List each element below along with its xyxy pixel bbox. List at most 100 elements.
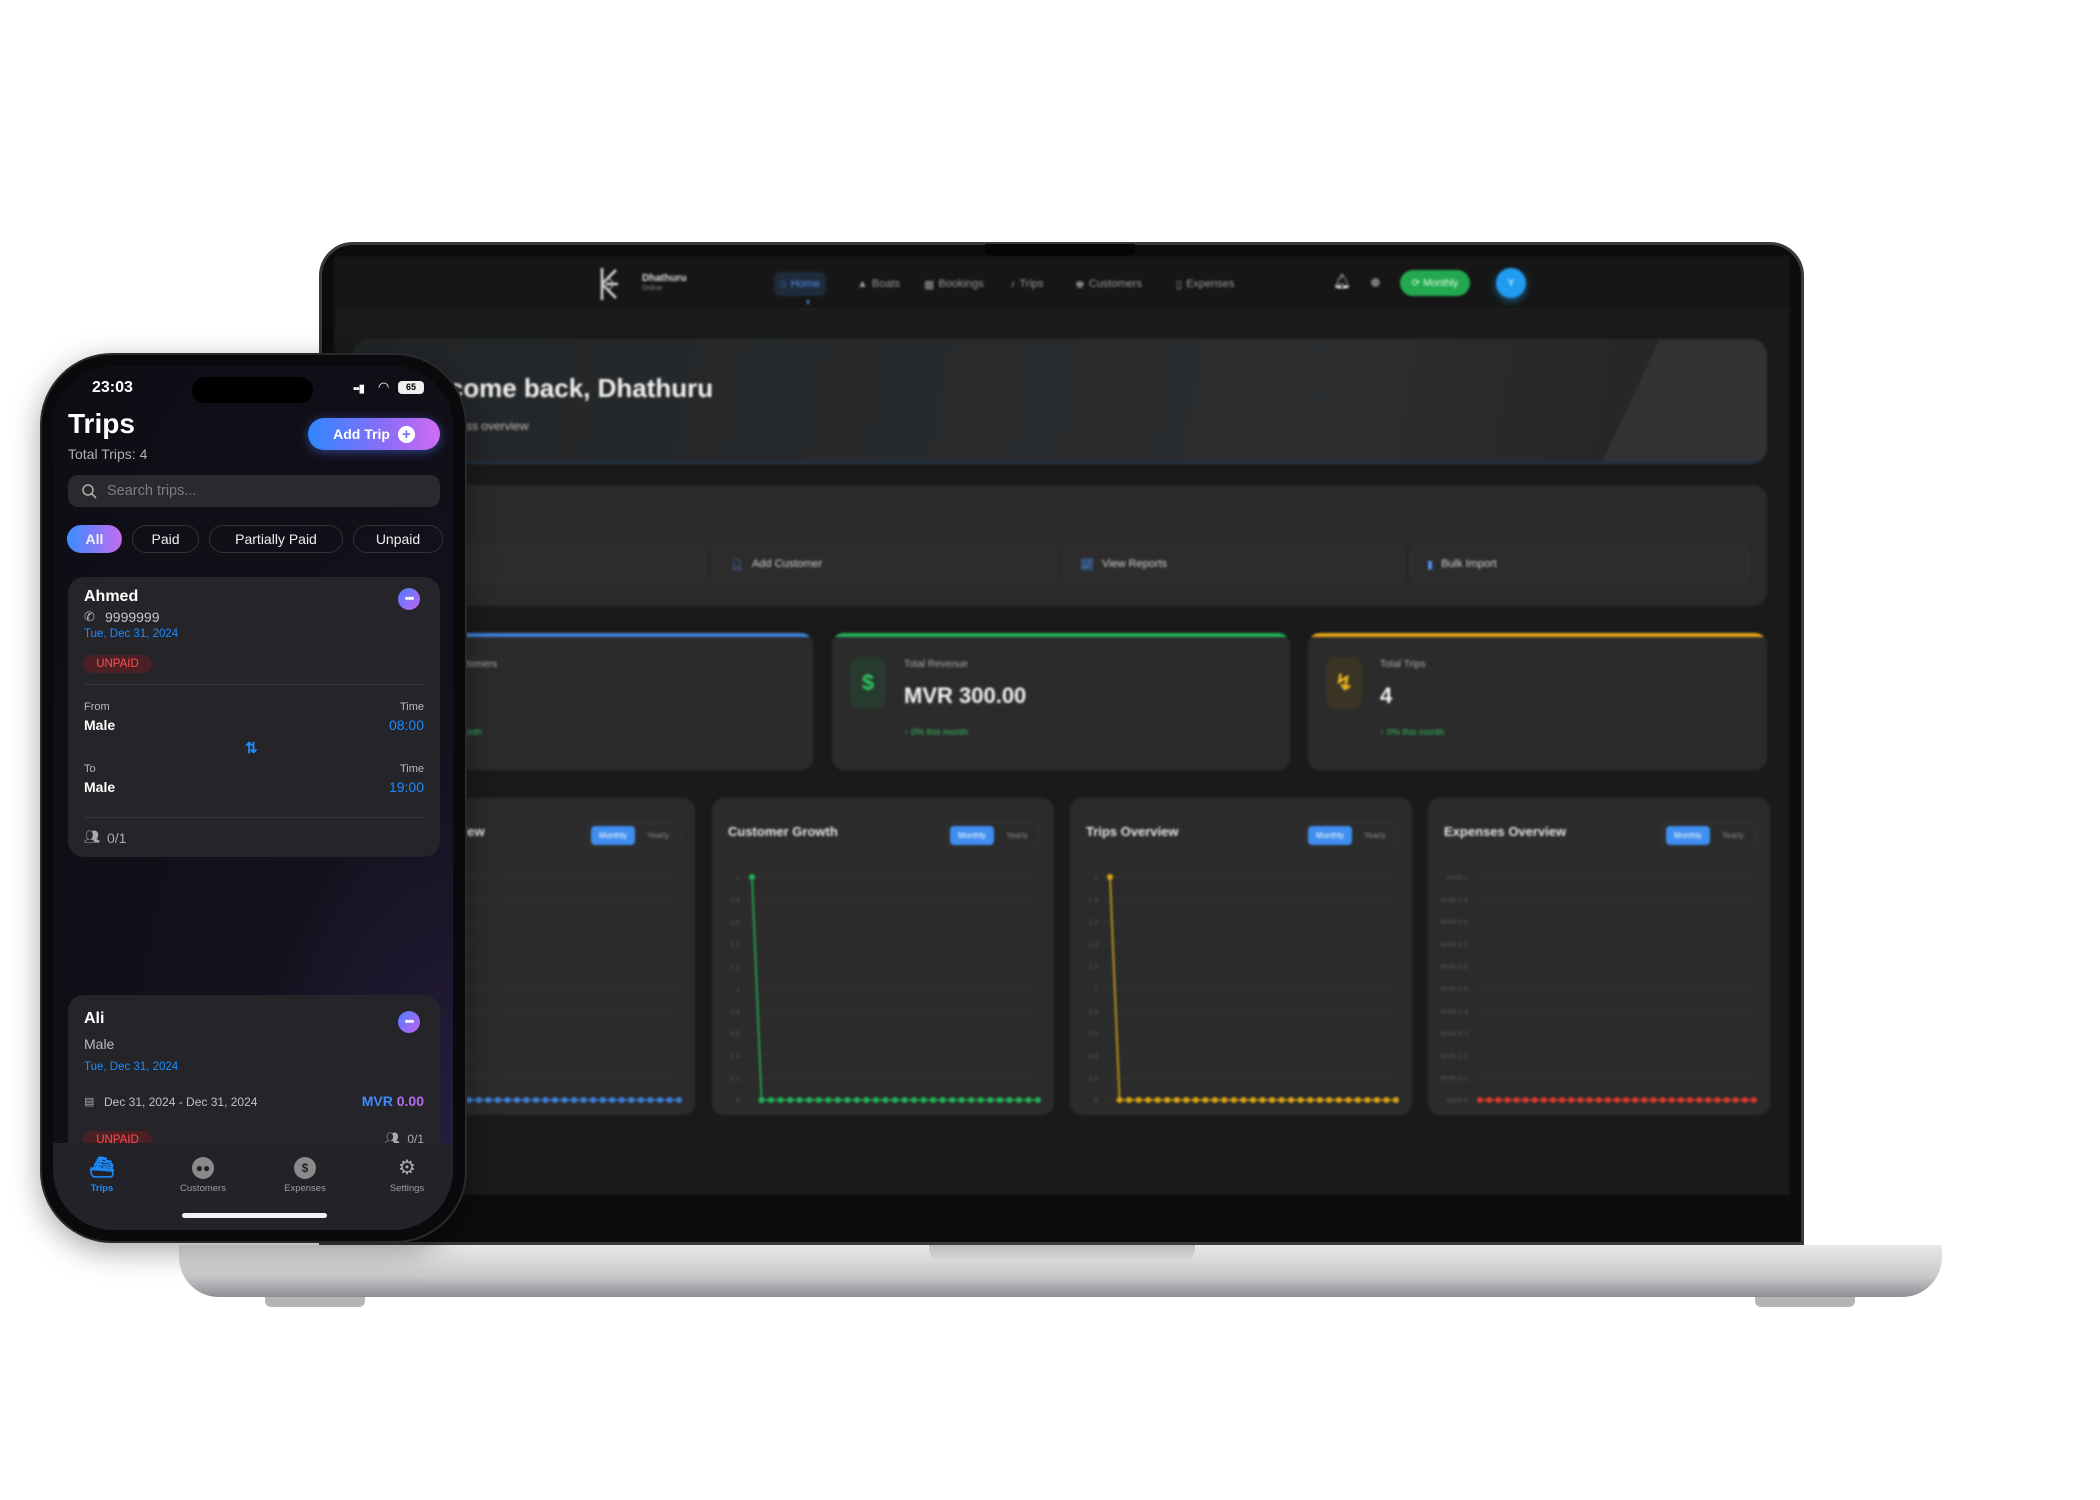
data-point[interactable] [1240, 1097, 1247, 1103]
data-point[interactable] [844, 1097, 851, 1103]
data-point[interactable] [1126, 1097, 1133, 1103]
data-point[interactable] [1677, 1097, 1684, 1103]
data-point[interactable] [987, 1097, 994, 1103]
data-point[interactable] [1107, 874, 1113, 880]
data-point[interactable] [618, 1097, 625, 1103]
data-point[interactable] [1732, 1097, 1739, 1103]
data-point[interactable] [533, 1097, 539, 1103]
more-options-button[interactable]: ••• [398, 588, 420, 610]
tab-expenses[interactable]: $ Expenses [265, 1157, 345, 1194]
tab-customers[interactable]: ●● Customers [163, 1157, 243, 1194]
data-point[interactable] [1577, 1097, 1584, 1103]
data-point[interactable] [561, 1097, 568, 1103]
data-point[interactable] [1632, 1097, 1639, 1103]
data-point[interactable] [1723, 1097, 1730, 1103]
data-point[interactable] [1135, 1097, 1142, 1103]
data-point[interactable] [1659, 1097, 1666, 1103]
data-point[interactable] [1326, 1097, 1333, 1103]
data-point[interactable] [1192, 1097, 1199, 1103]
data-point[interactable] [485, 1097, 492, 1103]
data-point[interactable] [1741, 1097, 1748, 1103]
brand-logo[interactable] [596, 266, 622, 302]
data-point[interactable] [1145, 1097, 1152, 1103]
data-point[interactable] [1230, 1097, 1237, 1103]
data-point[interactable] [1540, 1097, 1547, 1103]
data-point[interactable] [872, 1097, 879, 1103]
nav-boats[interactable]: ▲ Boats [851, 272, 906, 296]
add-customer-button[interactable]: 👤︎ Add Customer [713, 545, 1056, 583]
data-point[interactable] [796, 1097, 803, 1103]
data-point[interactable] [590, 1097, 597, 1103]
data-point[interactable] [1383, 1097, 1390, 1103]
data-point[interactable] [1568, 1097, 1575, 1103]
data-point[interactable] [825, 1097, 832, 1103]
data-point[interactable] [787, 1097, 794, 1103]
filter-paid[interactable]: Paid [132, 525, 199, 553]
data-point[interactable] [1116, 1097, 1123, 1103]
filter-unpaid[interactable]: Unpaid [353, 525, 443, 553]
data-point[interactable] [930, 1097, 937, 1103]
data-point[interactable] [1550, 1097, 1557, 1103]
data-point[interactable] [1307, 1097, 1314, 1103]
data-point[interactable] [911, 1097, 918, 1103]
data-point[interactable] [939, 1097, 946, 1103]
data-point[interactable] [949, 1097, 956, 1103]
data-point[interactable] [958, 1097, 965, 1103]
data-point[interactable] [834, 1097, 841, 1103]
settings-icon[interactable] [1371, 278, 1380, 287]
data-point[interactable] [1641, 1097, 1648, 1103]
data-point[interactable] [920, 1097, 927, 1103]
data-point[interactable] [1614, 1097, 1620, 1103]
data-point[interactable] [1714, 1097, 1721, 1103]
data-point[interactable] [1259, 1097, 1266, 1103]
data-point[interactable] [1015, 1097, 1022, 1103]
search-input[interactable]: Search trips... [68, 475, 440, 507]
data-point[interactable] [1221, 1097, 1228, 1103]
data-point[interactable] [1477, 1097, 1483, 1103]
data-point[interactable] [1696, 1097, 1703, 1103]
data-point[interactable] [599, 1097, 606, 1103]
data-point[interactable] [815, 1097, 822, 1103]
data-point[interactable] [666, 1097, 673, 1103]
nav-home[interactable]: ⌂ Home [774, 272, 826, 296]
data-point[interactable] [1288, 1097, 1295, 1103]
data-point[interactable] [749, 874, 755, 880]
data-point[interactable] [1035, 1097, 1041, 1103]
data-point[interactable] [1705, 1097, 1712, 1103]
data-point[interactable] [1373, 1097, 1380, 1103]
data-point[interactable] [1495, 1097, 1502, 1103]
data-point[interactable] [1595, 1097, 1602, 1103]
data-point[interactable] [1687, 1097, 1694, 1103]
data-point[interactable] [882, 1097, 889, 1103]
data-point[interactable] [1586, 1097, 1593, 1103]
data-point[interactable] [1486, 1097, 1493, 1103]
data-point[interactable] [523, 1097, 530, 1103]
data-point[interactable] [853, 1097, 860, 1103]
data-point[interactable] [892, 1097, 898, 1103]
more-options-button[interactable]: ••• [398, 1011, 420, 1033]
data-point[interactable] [777, 1097, 784, 1103]
data-point[interactable] [609, 1097, 616, 1103]
nav-trips[interactable]: ♪ Trips [1004, 272, 1050, 296]
data-point[interactable] [1364, 1097, 1371, 1103]
data-point[interactable] [1211, 1097, 1218, 1103]
data-point[interactable] [1183, 1097, 1190, 1103]
tab-settings[interactable]: ⚙︎ Settings [367, 1157, 447, 1194]
data-point[interactable] [758, 1097, 765, 1103]
data-point[interactable] [1522, 1097, 1529, 1103]
data-point[interactable] [863, 1097, 870, 1103]
data-point[interactable] [996, 1097, 1003, 1103]
data-point[interactable] [1164, 1097, 1171, 1103]
data-point[interactable] [1335, 1097, 1342, 1103]
data-point[interactable] [466, 1097, 473, 1103]
data-point[interactable] [552, 1097, 559, 1103]
data-point[interactable] [571, 1097, 578, 1103]
data-point[interactable] [647, 1097, 654, 1103]
view-reports-button[interactable]: 📈︎ View Reports [1063, 545, 1404, 583]
data-point[interactable] [676, 1097, 682, 1103]
filter-partially-paid[interactable]: Partially Paid [209, 525, 343, 553]
bulk-import-button[interactable]: ▮ Bulk Import [1410, 545, 1750, 583]
data-point[interactable] [504, 1097, 511, 1103]
data-point[interactable] [542, 1097, 549, 1103]
data-point[interactable] [806, 1097, 813, 1103]
